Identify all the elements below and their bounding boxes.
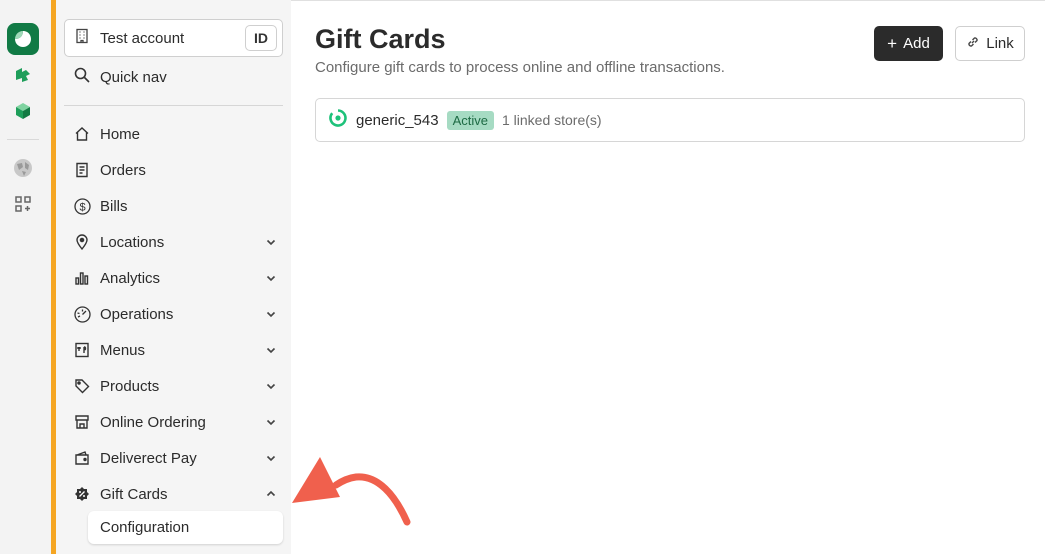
sidebar-item-home[interactable]: Home — [73, 122, 278, 146]
globe-icon[interactable] — [13, 158, 33, 178]
link-button-label: Link — [986, 35, 1014, 52]
menu-book-icon — [73, 341, 91, 359]
storefront-icon — [73, 413, 91, 431]
account-id-badge[interactable]: ID — [245, 25, 277, 51]
provider-name: generic_543 — [356, 111, 439, 129]
sidebar-item-label: Online Ordering — [100, 413, 206, 431]
plus-icon: + — [887, 34, 898, 53]
dollar-icon: $ — [73, 197, 91, 215]
sidebar-item-bills[interactable]: $ Bills — [73, 194, 278, 218]
sidebar-item-label: Orders — [100, 161, 146, 179]
chevron-up-icon — [264, 487, 278, 501]
add-button-label: Add — [903, 35, 930, 52]
chevron-down-icon — [264, 343, 278, 357]
sidebar-subitem-configuration[interactable]: Configuration — [88, 511, 283, 544]
account-switcher[interactable]: Test account ID — [64, 19, 283, 57]
cube-icon[interactable] — [13, 101, 33, 121]
sidebar-item-analytics[interactable]: Analytics — [73, 266, 278, 290]
link-icon — [966, 35, 986, 53]
quick-nav-label: Quick nav — [100, 68, 167, 86]
page-subtitle: Configure gift cards to process online a… — [315, 59, 725, 76]
sidebar-item-label: Locations — [100, 233, 165, 251]
app-rail — [0, 0, 51, 554]
svg-text:$: $ — [79, 201, 85, 213]
sidebar-item-operations[interactable]: Operations — [73, 302, 278, 326]
sidebar-item-menus[interactable]: Menus — [73, 338, 278, 362]
sidebar-item-label: Deliverect Pay — [100, 449, 197, 467]
chevron-down-icon — [264, 307, 278, 321]
building-icon — [74, 28, 90, 49]
bar-chart-icon — [73, 269, 91, 287]
page-title: Gift Cards — [315, 24, 446, 54]
chevron-down-icon — [264, 235, 278, 249]
sidebar-item-orders[interactable]: Orders — [73, 158, 278, 182]
gift-card-provider-row[interactable]: generic_543 Active 1 linked store(s) — [315, 98, 1025, 142]
dashboard-gauge-icon — [73, 305, 91, 323]
receipt-icon — [73, 161, 91, 179]
wallet-icon — [73, 449, 91, 467]
sidebar-item-gift-cards[interactable]: Gift Cards — [73, 482, 278, 506]
provider-logo-icon — [329, 108, 347, 132]
chevron-down-icon — [264, 415, 278, 429]
sidebar-item-deliverect-pay[interactable]: Deliverect Pay — [73, 446, 278, 470]
apps-add-icon[interactable] — [13, 194, 33, 214]
sidebar: Test account ID Quick nav Home Orders $ … — [56, 0, 291, 554]
sidebar-item-label: Menus — [100, 341, 146, 359]
tag-icon — [73, 377, 91, 395]
sidebar-item-label: Bills — [100, 197, 128, 215]
sidebar-item-label: Products — [100, 377, 160, 395]
sidebar-item-label: Home — [100, 125, 141, 143]
search-icon — [74, 67, 90, 87]
rail-divider — [7, 139, 39, 140]
sidebar-item-label: Gift Cards — [100, 485, 168, 503]
sidebar-item-online-ordering[interactable]: Online Ordering — [73, 410, 278, 434]
sidebar-item-label: Operations — [100, 305, 174, 323]
sidebar-divider — [64, 105, 283, 106]
puzzle-icon[interactable] — [13, 65, 33, 85]
chevron-down-icon — [264, 271, 278, 285]
sidebar-item-locations[interactable]: Locations — [73, 230, 278, 254]
status-badge: Active — [446, 110, 494, 130]
sidebar-item-products[interactable]: Products — [73, 374, 278, 398]
gift-badge-icon — [73, 485, 91, 503]
location-pin-icon — [73, 233, 91, 251]
sidebar-item-label: Analytics — [100, 269, 161, 287]
home-icon — [73, 125, 91, 143]
chevron-down-icon — [264, 379, 278, 393]
link-button[interactable]: Link — [955, 26, 1025, 61]
chevron-down-icon — [264, 451, 278, 465]
add-button[interactable]: + Add — [874, 26, 943, 61]
brand-logo-icon[interactable] — [7, 23, 39, 55]
account-name: Test account — [100, 29, 185, 47]
linked-stores-count: 1 linked store(s) — [501, 112, 602, 128]
annotation-arrow — [292, 457, 411, 526]
quick-nav[interactable]: Quick nav — [74, 66, 167, 88]
